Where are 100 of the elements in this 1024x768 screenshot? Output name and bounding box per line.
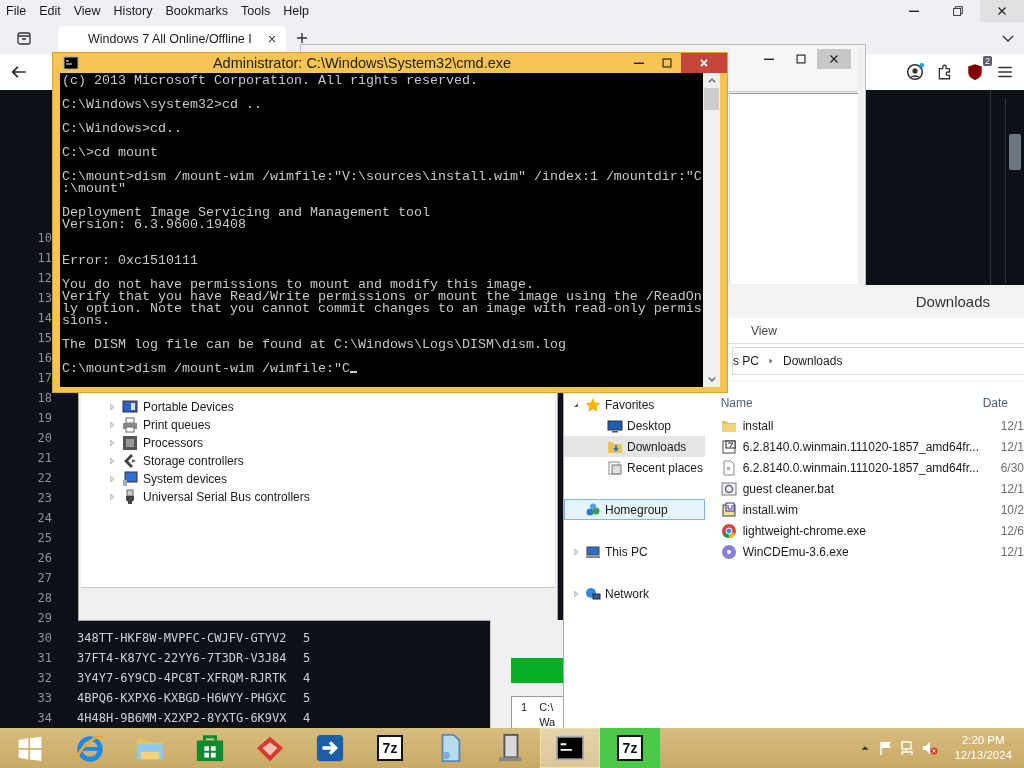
scrollbar[interactable]	[1005, 98, 1024, 283]
disk-image-icon	[720, 501, 737, 518]
nav-item[interactable]: Recent places	[564, 457, 705, 478]
nav-item[interactable]: Downloads	[564, 436, 705, 457]
line-number: 10	[36, 231, 53, 245]
count-badge: 2	[983, 56, 992, 66]
list-text: Wa	[539, 716, 556, 728]
close-button[interactable]	[817, 49, 851, 69]
disc-icon	[720, 543, 737, 560]
breadcrumb-item[interactable]: Downloads	[783, 354, 843, 368]
file-name[interactable]: WinCDEmu-3.6.exe	[742, 544, 995, 559]
menu-item[interactable]: Tools	[241, 3, 271, 19]
line-number: 17	[36, 371, 53, 385]
menu-item[interactable]: View	[73, 3, 101, 19]
taskbar-button[interactable]: 7z	[360, 728, 420, 768]
file-date: 12/6	[1000, 523, 1024, 538]
nav-item[interactable]: Favorites	[564, 394, 705, 415]
archive-icon	[720, 438, 737, 455]
breadcrumb-item[interactable]: s PC	[733, 354, 759, 368]
window-title: Downloads	[915, 293, 990, 310]
file-date: 12/1	[1000, 418, 1024, 433]
line-number: 18	[36, 391, 53, 405]
shield-icon[interactable]	[966, 63, 984, 81]
ring-icon	[75, 733, 105, 763]
nav-item[interactable]: Network	[564, 583, 705, 604]
tab-title: Windows 7 All Online/Offline I	[88, 31, 253, 46]
code-text: 5	[303, 631, 311, 645]
line-number: 30	[36, 631, 53, 645]
menu-item[interactable]: Bookmarks	[165, 3, 228, 19]
code-text: 3Y4Y7-6Y9CD-4PC8T-XFRQM-RJRTK	[77, 671, 288, 685]
ribbon-tab[interactable]: View	[751, 323, 777, 338]
nav-item[interactable]: Desktop	[564, 415, 705, 436]
tree-item[interactable]: Print queues	[143, 418, 211, 432]
chip-icon	[122, 435, 138, 451]
file-date: 12/1	[1000, 544, 1024, 559]
console-line: C:\mount>dism /mount-wim /wimfile:"C	[62, 361, 350, 376]
file-name[interactable]: 6.2.8140.0.winmain.111020-1857_amd64fr...	[742, 439, 995, 454]
new-tab-icon[interactable]	[294, 30, 310, 46]
list-index: 1	[521, 701, 528, 715]
file-name[interactable]: install.wim	[742, 502, 995, 517]
console-line: C:\mount>dism /mount-wim /wimfile:"V:\sources\install.wim" /index:1 /mountdir:"C	[62, 169, 702, 184]
tab-list-icon[interactable]	[16, 30, 32, 46]
file-date: 12/1	[1000, 439, 1024, 454]
file-name[interactable]: 6.2.8140.0.winmain.111020-1857_amd64fr...	[742, 460, 995, 475]
menu-item[interactable]: History	[113, 3, 153, 19]
speaker-muted-icon[interactable]	[922, 740, 939, 756]
maximize-icon	[794, 52, 808, 66]
file-name[interactable]: guest cleaner.bat	[742, 481, 995, 496]
scroll-down-icon[interactable]	[706, 374, 717, 384]
code-text: 37FT4-K87YC-22YY6-7T3DR-V3J84	[77, 651, 288, 665]
nav-item[interactable]: This PC	[564, 541, 705, 562]
browser-tab[interactable]: Windows 7 All Online/Offline I	[58, 26, 286, 51]
monitor-icon	[122, 471, 138, 487]
file-icon	[720, 459, 737, 476]
windows-logo-icon	[17, 735, 43, 761]
line-number: 25	[36, 531, 53, 545]
scrollbar[interactable]	[703, 73, 720, 387]
file-name[interactable]: lightweight-chrome.exe	[742, 523, 995, 538]
file-name[interactable]: install	[742, 418, 995, 433]
nav-item[interactable]: Homegroup	[564, 499, 705, 520]
tree-item[interactable]: Universal Serial Bus controllers	[143, 490, 310, 504]
tree-item[interactable]: Storage controllers	[143, 454, 244, 468]
tree-item[interactable]: Portable Devices	[143, 400, 234, 414]
code-text: 4BPQ6-KXPX6-KXBGD-H6WYY-PHGXC	[77, 691, 288, 705]
minimize-icon	[909, 10, 919, 12]
menu-item[interactable]: Help	[283, 3, 309, 19]
ring-icon	[720, 522, 737, 539]
taskbar-button[interactable]	[540, 728, 600, 768]
console-line: Error: 0xc1510111	[62, 253, 198, 268]
terminal-icon	[63, 55, 79, 71]
console-line: C:\Windows\system32>cd ..	[62, 97, 262, 112]
console-line: Deployment Image Servicing and Management tool	[62, 205, 430, 220]
line-number: 20	[36, 431, 53, 445]
console-line: The DISM log file can be found at C:\Windows\Logs\DISM\dism.log	[62, 337, 566, 352]
column-header[interactable]: Name	[716, 396, 983, 410]
file-date: 10/2	[1000, 502, 1024, 517]
breadcrumb-arrow-icon[interactable]	[767, 357, 775, 365]
console-line: (c) 2013 Microsoft Corporation. All rights reserved.	[62, 73, 478, 88]
menu-item[interactable]: File	[6, 3, 27, 19]
address-bar[interactable]: s PC Downloads	[732, 347, 1024, 375]
device-icon	[122, 399, 138, 415]
scroll-up-icon[interactable]	[706, 76, 717, 86]
taskbar-button[interactable]: 7z	[600, 728, 660, 768]
tree-item[interactable]: Processors	[143, 436, 204, 450]
minimize-icon	[634, 62, 644, 64]
line-number: 24	[36, 511, 53, 525]
close-button[interactable]	[681, 53, 727, 73]
column-header[interactable]: Date	[982, 396, 1008, 410]
line-number: 28	[36, 591, 53, 605]
line-number: 21	[36, 451, 53, 465]
documents-icon	[607, 459, 623, 476]
close-icon	[697, 56, 711, 70]
code-text: 5	[303, 691, 311, 705]
tree-item[interactable]: System devices	[143, 472, 228, 486]
line-number: 19	[36, 411, 53, 425]
maximize-icon	[660, 56, 674, 70]
scroll-thumb[interactable]	[704, 88, 719, 110]
line-number: 26	[36, 551, 53, 565]
menu-item[interactable]: Edit	[39, 3, 61, 19]
account-icon[interactable]	[906, 63, 924, 81]
